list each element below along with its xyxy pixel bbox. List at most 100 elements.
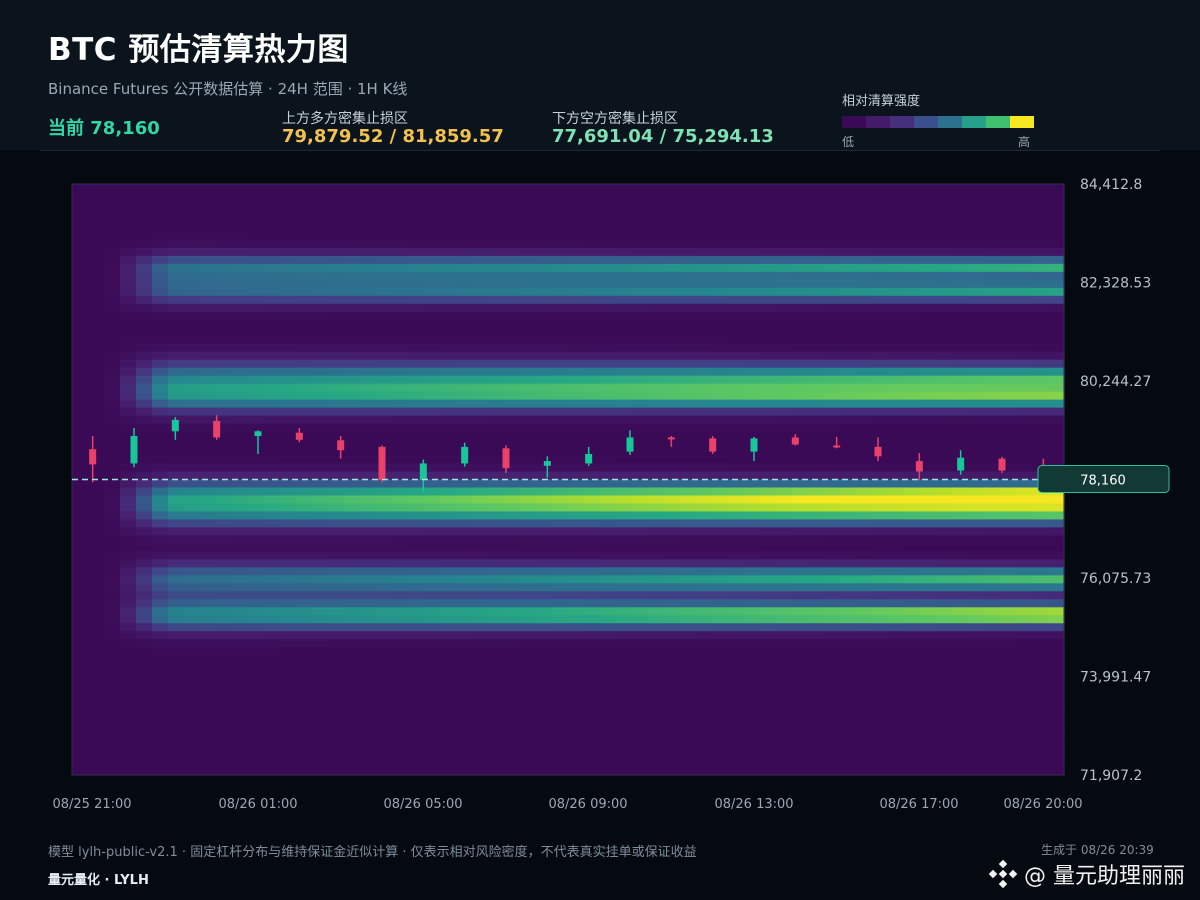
heatmap-cell: [600, 287, 617, 297]
heatmap-cell: [872, 639, 889, 648]
heatmap-cell: [536, 623, 553, 632]
heatmap-cell: [600, 623, 617, 632]
heatmap-cell: [168, 327, 185, 337]
heatmap-cell: [744, 727, 761, 736]
heatmap-cell: [632, 271, 649, 281]
heatmap-cell: [392, 431, 409, 441]
heatmap-cell: [344, 575, 361, 584]
heatmap-cell: [104, 439, 121, 449]
heatmap-cell: [1000, 567, 1017, 576]
heatmap-cell: [968, 184, 985, 193]
heatmap-cell: [776, 231, 793, 241]
heatmap-cell: [760, 335, 777, 345]
heatmap-cell: [296, 631, 313, 640]
heatmap-cell: [216, 295, 233, 305]
heatmap-cell: [648, 663, 665, 672]
heatmap-cell: [776, 671, 793, 680]
heatmap-cell: [952, 671, 969, 680]
heatmap-cell: [808, 679, 825, 688]
heatmap-cell: [984, 503, 1001, 513]
heatmap-cell: [936, 623, 953, 632]
heatmap-cell: [616, 207, 633, 217]
heatmap-cell: [936, 367, 953, 377]
heatmap-cell: [904, 335, 921, 345]
heatmap-cell: [136, 399, 153, 409]
heatmap-cell: [424, 415, 441, 425]
heatmap-cell: [776, 383, 793, 393]
heatmap-cell: [200, 343, 217, 353]
heatmap-cell: [840, 447, 857, 457]
heatmap-cell: [712, 751, 729, 760]
heatmap-cell: [440, 184, 457, 193]
heatmap-cell: [1048, 327, 1065, 337]
heatmap-cell: [952, 663, 969, 672]
heatmap-cell: [200, 271, 217, 281]
heatmap-cell: [408, 375, 425, 385]
heatmap-cell: [440, 719, 457, 728]
heatmap-cell: [248, 423, 265, 433]
heatmap-cell: [488, 599, 505, 608]
heatmap-cell: [264, 727, 281, 736]
heatmap-cell: [984, 383, 1001, 393]
heatmap-cell: [872, 751, 889, 760]
heatmap-cell: [1000, 527, 1017, 537]
heatmap-cell: [760, 519, 777, 529]
heatmap-cell: [536, 479, 553, 489]
heatmap-cell: [904, 519, 921, 529]
heatmap-cell: [744, 695, 761, 704]
heatmap-cell: [632, 575, 649, 584]
heatmap-cell: [504, 647, 521, 656]
heatmap-cell: [1032, 639, 1049, 648]
heatmap-cell: [888, 599, 905, 608]
heatmap-cell: [488, 727, 505, 736]
heatmap-cell: [472, 367, 489, 377]
heatmap-cell: [760, 255, 777, 265]
heatmap-cell: [696, 271, 713, 281]
heatmap-cell: [408, 607, 425, 616]
heatmap-cell: [408, 559, 425, 568]
heatmap-cell: [472, 631, 489, 640]
candle-body: [461, 446, 469, 464]
heatmap-cell: [296, 327, 313, 337]
heatmap-cell: [888, 303, 905, 313]
heatmap-cell: [488, 535, 505, 544]
heatmap-cell: [744, 271, 761, 281]
heatmap-cell: [504, 759, 521, 768]
heatmap-cell: [264, 271, 281, 281]
heatmap-cell: [456, 335, 473, 345]
heatmap-cell: [904, 423, 921, 433]
heatmap-cell: [760, 535, 777, 544]
heatmap-cell: [1032, 679, 1049, 688]
heatmap-cell: [200, 535, 217, 544]
heatmap-cell: [856, 743, 873, 752]
candle-body: [998, 458, 1006, 471]
heatmap-cell: [552, 184, 569, 193]
heatmap-cell: [984, 663, 1001, 672]
heatmap-cell: [296, 599, 313, 608]
heatmap-cell: [824, 423, 841, 433]
heatmap-cell: [792, 287, 809, 297]
heatmap-cell: [216, 255, 233, 265]
heatmap-cell: [904, 479, 921, 489]
heatmap-cell: [904, 383, 921, 393]
heatmap-cell: [600, 335, 617, 345]
heatmap-cell: [376, 743, 393, 752]
heatmap-cell: [312, 559, 329, 568]
heatmap-cell: [552, 631, 569, 640]
heatmap-cell: [424, 191, 441, 201]
heatmap-cell: [312, 463, 329, 473]
heatmap-cell: [168, 383, 185, 393]
heatmap-cell: [312, 535, 329, 544]
heatmap-cell: [584, 655, 601, 664]
heatmap-cell: [552, 303, 569, 313]
heatmap-cell: [280, 447, 297, 457]
heatmap-cell: [616, 711, 633, 720]
heatmap-cell: [952, 727, 969, 736]
heatmap-cell: [968, 399, 985, 409]
heatmap-cell: [776, 679, 793, 688]
heatmap-cell: [424, 767, 441, 776]
heatmap-cell: [520, 375, 537, 385]
heatmap-cell: [280, 631, 297, 640]
heatmap-cell: [184, 255, 201, 265]
heatmap-cell: [88, 287, 105, 297]
